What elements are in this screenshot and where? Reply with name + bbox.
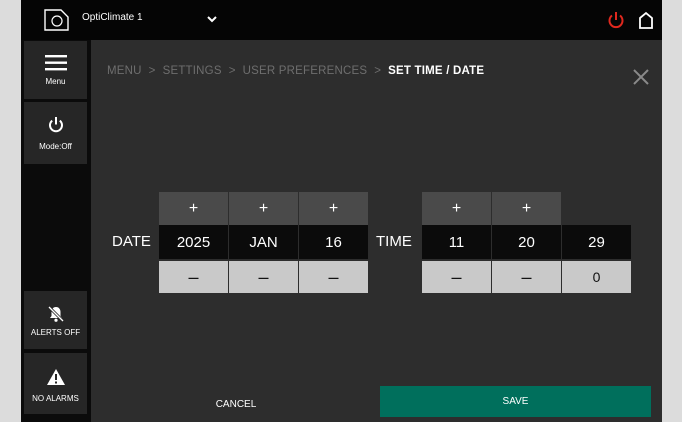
top-bar: OptiClimate 1 (21, 0, 662, 40)
chevron-down-icon[interactable] (205, 12, 219, 26)
minute-decrement-button[interactable]: – (492, 261, 561, 293)
year-increment-button[interactable]: + (159, 192, 228, 225)
power-icon[interactable] (607, 10, 625, 30)
device-name[interactable]: OptiClimate 1 (82, 12, 143, 23)
cancel-button[interactable]: CANCEL (91, 386, 381, 422)
alarms-button[interactable]: NO ALARMS (24, 353, 87, 414)
breadcrumb-item-settings[interactable]: SETTINGS (163, 65, 222, 77)
breadcrumb-separator: > (228, 65, 236, 77)
minute-increment-button[interactable]: + (492, 192, 561, 225)
alarms-label: NO ALARMS (32, 394, 79, 403)
close-icon[interactable] (630, 66, 652, 88)
mode-label: Mode:Off (39, 142, 72, 151)
breadcrumb-item-menu[interactable]: MENU (107, 65, 142, 77)
alerts-label: ALERTS OFF (30, 328, 81, 337)
home-icon[interactable] (638, 10, 654, 30)
time-label: TIME (376, 233, 412, 250)
second-value: 29 (562, 225, 631, 259)
power-icon (48, 117, 63, 133)
month-value: JAN (229, 225, 298, 259)
hour-value: 11 (422, 225, 491, 259)
menu-label: Menu (45, 77, 66, 86)
mode-button[interactable]: Mode:Off (24, 102, 87, 164)
second-reset-button[interactable]: 0 (562, 261, 631, 293)
device-icon[interactable] (41, 9, 71, 32)
day-value: 16 (299, 225, 368, 259)
month-decrement-button[interactable]: – (229, 261, 298, 293)
warning-icon (46, 369, 65, 385)
device-screen: OptiClimate 1 Menu Mode:Off ALERTS OFF N… (21, 0, 662, 422)
minute-value: 20 (492, 225, 561, 259)
hamburger-icon (44, 55, 67, 71)
hour-increment-button[interactable]: + (422, 192, 491, 225)
menu-button[interactable]: Menu (24, 41, 87, 99)
sidebar: Menu Mode:Off ALERTS OFF NO ALARMS (21, 40, 91, 422)
year-decrement-button[interactable]: – (159, 261, 228, 293)
breadcrumb-current: SET TIME / DATE (388, 65, 485, 77)
alerts-button[interactable]: ALERTS OFF (24, 291, 87, 349)
day-decrement-button[interactable]: – (299, 261, 368, 293)
breadcrumb-separator: > (374, 65, 382, 77)
hour-decrement-button[interactable]: – (422, 261, 491, 293)
save-button[interactable]: SAVE (380, 386, 651, 417)
date-label: DATE (112, 233, 151, 250)
year-value: 2025 (159, 225, 228, 259)
day-increment-button[interactable]: + (299, 192, 368, 225)
month-increment-button[interactable]: + (229, 192, 298, 225)
breadcrumb-separator: > (148, 65, 156, 77)
breadcrumb: MENU > SETTINGS > USER PREFERENCES > SET TIME … (107, 65, 484, 77)
bell-off-icon (47, 305, 64, 323)
breadcrumb-item-user-preferences[interactable]: USER PREFERENCES (243, 65, 368, 77)
